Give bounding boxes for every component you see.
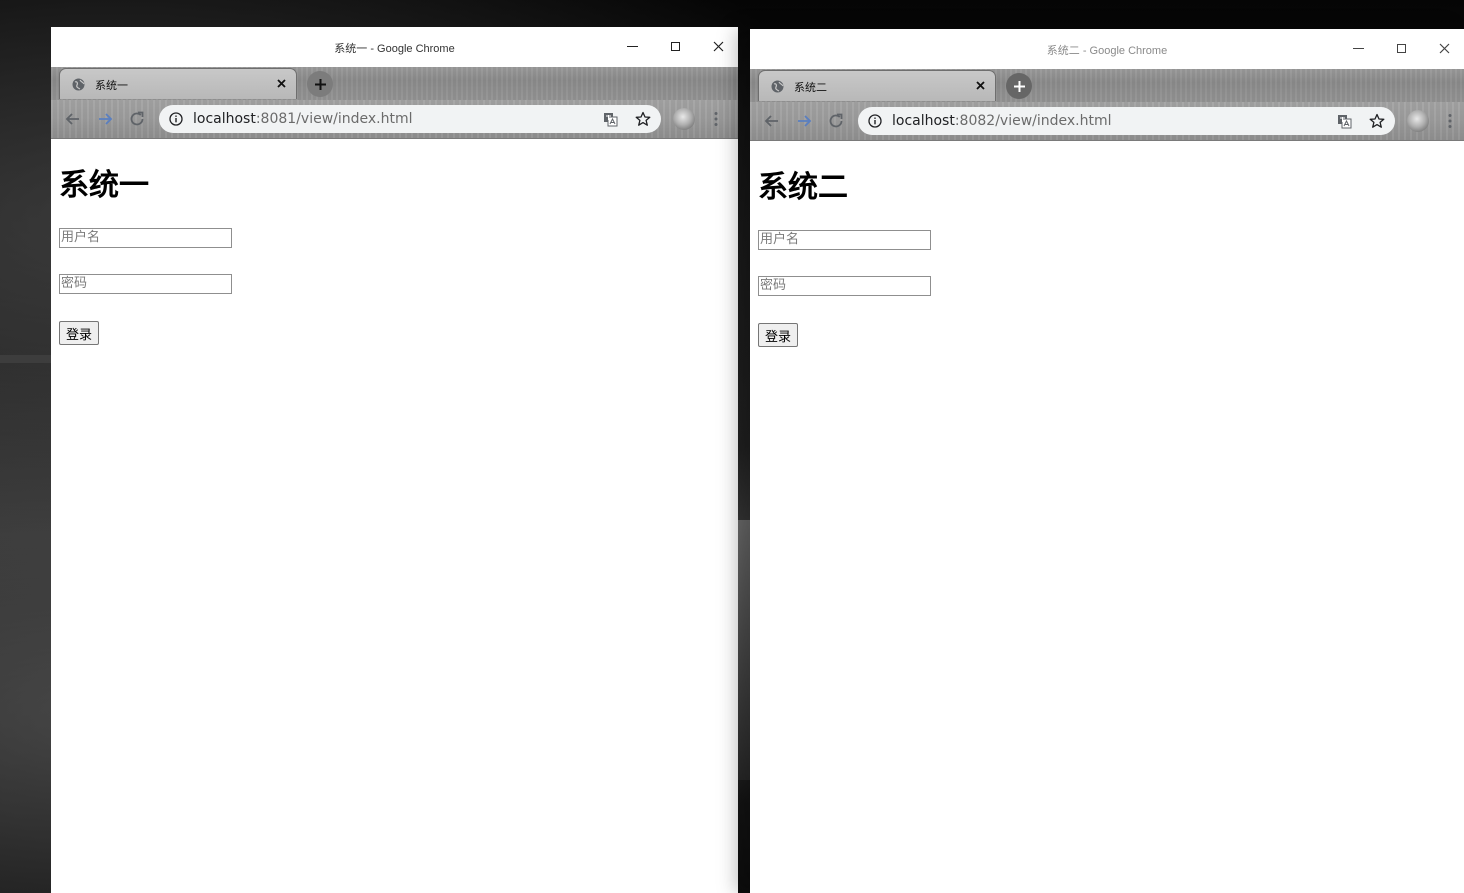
close-icon xyxy=(276,78,286,88)
address-bar[interactable]: localhost:8081/view/index.html xyxy=(159,105,661,133)
close-icon xyxy=(713,41,723,51)
window-titlebar[interactable]: 系统一 - Google Chrome xyxy=(51,27,738,67)
page-title: 系统二 xyxy=(758,170,848,205)
browser-tab[interactable]: 系统二 xyxy=(758,70,996,101)
minimize-icon xyxy=(1352,47,1364,49)
url-path: :8082/view/index.html xyxy=(954,113,1112,129)
form-row xyxy=(59,226,730,248)
maximize-icon xyxy=(1396,43,1406,53)
tab-strip: 系统二 xyxy=(750,69,1464,102)
password-field[interactable] xyxy=(758,275,931,296)
avatar[interactable] xyxy=(1407,110,1429,132)
reload-icon[interactable] xyxy=(826,111,846,131)
login-button[interactable]: 登录 xyxy=(758,323,799,347)
plus-icon xyxy=(314,78,326,90)
minimize-button[interactable] xyxy=(1344,37,1372,59)
browser-toolbar: localhost:8081/view/index.html xyxy=(51,100,738,139)
tab-close-button[interactable] xyxy=(972,77,988,93)
username-field[interactable] xyxy=(59,227,232,248)
translate-icon[interactable] xyxy=(1337,114,1352,129)
page-content: 系统二 登录 xyxy=(750,141,1464,355)
browser-window-1: 系统一 - Google Chrome 系统一 localhost:8081/v… xyxy=(51,27,738,893)
browser-window-2: 系统二 - Google Chrome 系统二 localhost:8082/v… xyxy=(750,29,1464,893)
arrow-right-icon[interactable] xyxy=(794,111,814,131)
kebab-menu-icon[interactable] xyxy=(1448,113,1452,129)
kebab-menu-icon[interactable] xyxy=(714,111,718,127)
page-title: 系统一 xyxy=(59,168,149,203)
arrow-right-icon[interactable] xyxy=(95,109,115,129)
form-row xyxy=(758,228,1456,250)
window-titlebar[interactable]: 系统二 - Google Chrome xyxy=(750,29,1464,69)
tab-strip: 系统一 xyxy=(51,67,738,100)
close-window-button[interactable] xyxy=(1430,37,1458,59)
url-text: localhost:8082/view/index.html xyxy=(892,113,1112,129)
maximize-icon xyxy=(670,41,680,51)
tab-title: 系统一 xyxy=(95,79,128,92)
maximize-button[interactable] xyxy=(661,35,689,57)
avatar[interactable] xyxy=(673,108,695,130)
url-path: :8081/view/index.html xyxy=(255,111,413,127)
tab-title: 系统二 xyxy=(794,81,827,94)
url-host: localhost xyxy=(892,113,955,129)
arrow-left-icon[interactable] xyxy=(762,111,782,131)
plus-icon xyxy=(1013,80,1025,92)
address-bar[interactable]: localhost:8082/view/index.html xyxy=(858,107,1395,135)
password-field[interactable] xyxy=(59,273,232,294)
minimize-button[interactable] xyxy=(618,35,646,57)
login-button[interactable]: 登录 xyxy=(59,321,100,345)
star-icon[interactable] xyxy=(635,111,651,127)
browser-tab[interactable]: 系统一 xyxy=(59,68,297,99)
globe-icon xyxy=(771,80,784,93)
url-host: localhost xyxy=(193,111,256,127)
browser-toolbar: localhost:8082/view/index.html xyxy=(750,102,1464,141)
new-tab-button[interactable] xyxy=(307,71,333,97)
arrow-left-icon[interactable] xyxy=(63,109,83,129)
form-row xyxy=(59,272,730,294)
globe-icon xyxy=(72,78,85,91)
star-icon[interactable] xyxy=(1369,113,1385,129)
tab-close-button[interactable] xyxy=(273,75,289,91)
maximize-button[interactable] xyxy=(1387,37,1415,59)
close-window-button[interactable] xyxy=(704,35,732,57)
username-field[interactable] xyxy=(758,229,931,250)
new-tab-button[interactable] xyxy=(1006,73,1032,99)
info-icon[interactable] xyxy=(169,112,183,126)
minimize-icon xyxy=(626,45,638,47)
close-icon xyxy=(975,80,985,90)
reload-icon[interactable] xyxy=(127,109,147,129)
form-row xyxy=(758,274,1456,296)
info-icon[interactable] xyxy=(868,114,882,128)
close-icon xyxy=(1439,43,1449,53)
translate-icon[interactable] xyxy=(603,112,618,127)
url-text: localhost:8081/view/index.html xyxy=(193,111,413,127)
page-content: 系统一 登录 xyxy=(51,139,738,353)
